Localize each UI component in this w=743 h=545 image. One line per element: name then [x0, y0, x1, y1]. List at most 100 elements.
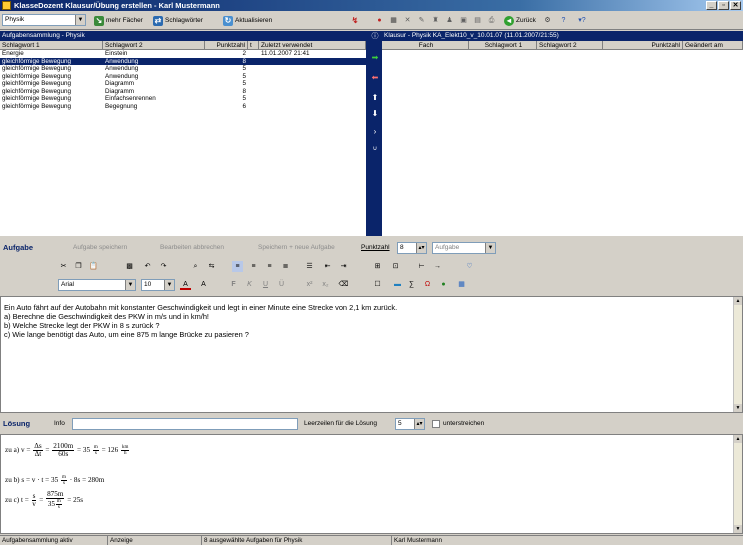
tools-icon[interactable]: ⚙ — [542, 15, 553, 26]
globe-icon[interactable]: ● — [438, 279, 449, 290]
align-right-icon[interactable]: ≡ — [264, 261, 275, 272]
document-icon[interactable]: ▦ — [456, 279, 467, 290]
table-icon[interactable]: ⊞ — [372, 261, 383, 272]
delete-icon[interactable]: ✕ — [402, 15, 413, 26]
table-row[interactable]: gleichförmige Bewegung Anwendung 8 — [0, 57, 366, 65]
bold-button[interactable]: F — [228, 279, 239, 290]
close-button[interactable]: ✕ — [730, 1, 741, 10]
underline-button[interactable]: U — [260, 279, 271, 290]
blank-lines-input[interactable]: 5 ▴▾ — [395, 418, 425, 430]
column-keyword2[interactable]: Schlagwort 2 — [103, 41, 205, 49]
underline-checkbox[interactable] — [432, 420, 440, 428]
picture-icon[interactable]: ▬ — [392, 279, 403, 290]
highlight-icon[interactable]: A — [198, 279, 209, 290]
people-icon[interactable]: ♟ — [444, 15, 455, 26]
points-input[interactable]: 8 ▴▾ — [397, 242, 427, 254]
font-select[interactable]: Arial ▼ — [58, 279, 136, 291]
grid-icon[interactable]: ▦ — [388, 15, 399, 26]
paste-icon[interactable]: 📋 — [88, 261, 99, 272]
table-row[interactable]: gleichförmige Bewegung Einfachsenrennen 5 — [0, 95, 366, 103]
info-input[interactable] — [72, 418, 298, 430]
back-button[interactable]: ◂ Zurück — [504, 15, 536, 27]
task-scrollbar[interactable]: ▲ ▼ — [733, 297, 742, 412]
strike-button[interactable]: Ü — [276, 279, 287, 290]
table-row[interactable]: gleichförmige Bewegung Begegnung 6 — [0, 103, 366, 111]
table-row[interactable]: gleichförmige Bewegung Diagramm 8 — [0, 88, 366, 96]
cut-icon[interactable]: ✂ — [58, 261, 69, 272]
solution-scrollbar[interactable]: ▲ ▼ — [733, 435, 742, 533]
cancel-edit-button[interactable]: Bearbeiten abbrechen — [160, 244, 224, 251]
table-row[interactable]: gleichförmige Bewegung Diagramm 5 — [0, 80, 366, 88]
scroll-up-icon[interactable]: ▲ — [734, 435, 742, 443]
redo-icon[interactable]: ↷ — [158, 261, 169, 272]
subject-select[interactable]: Physik ▼ — [2, 14, 86, 26]
column-keyword2[interactable]: Schlagwort 2 — [537, 41, 603, 49]
column-t[interactable]: t — [248, 41, 259, 49]
omega-icon[interactable]: Ω — [422, 279, 433, 290]
column-changed-on[interactable]: Geändert am — [683, 41, 743, 49]
task-type-select[interactable]: Aufgabe ▼ — [432, 242, 496, 254]
column-keyword1[interactable]: Schlagwort 1 — [0, 41, 103, 49]
font-size-value: 10 — [144, 281, 152, 288]
scroll-down-icon[interactable]: ▼ — [734, 525, 742, 533]
stamp-icon[interactable]: ♜ — [430, 15, 441, 26]
scroll-down-icon[interactable]: ▼ — [734, 404, 742, 412]
edit-icon[interactable]: ✎ — [416, 15, 427, 26]
image-icon[interactable]: ▣ — [458, 15, 469, 26]
find-icon[interactable]: ⌕ — [190, 261, 201, 272]
shape-icon[interactable]: ♡ — [464, 261, 475, 272]
table-row[interactable]: gleichförmige Bewegung Anwendung 5 — [0, 65, 366, 73]
table-cell: Anwendung — [105, 72, 139, 80]
table-cell — [259, 103, 366, 111]
column-points[interactable]: Punktzahl — [205, 41, 248, 49]
outdent-icon[interactable]: ⇤ — [322, 261, 333, 272]
column-last-used[interactable]: Zuletzt verwendet — [259, 41, 366, 49]
frame-icon[interactable]: ☐ — [372, 279, 383, 290]
column-keyword1[interactable]: Schlagwort 1 — [469, 41, 537, 49]
save-task-button[interactable]: Aufgabe speichern — [73, 244, 127, 251]
keywords-button[interactable]: ⇄ Schlagwörter — [153, 15, 203, 27]
more-subjects-button[interactable]: ↘ mehr Fächer — [94, 15, 143, 27]
font-color-icon[interactable]: A — [180, 279, 191, 290]
line-icon[interactable]: ⊢ — [416, 261, 427, 272]
save-new-button[interactable]: Speichern + neue Aufgabe — [258, 244, 335, 251]
table-cell: gleichförmige Bewegung — [2, 87, 71, 95]
copy-icon[interactable]: ❐ — [73, 261, 84, 272]
border-icon[interactable]: ⊡ — [390, 261, 401, 272]
whats-this-icon[interactable]: ▾? — [574, 15, 590, 26]
column-subject[interactable]: Fach — [382, 41, 469, 49]
scroll-up-icon[interactable]: ▲ — [734, 297, 742, 305]
undo-icon[interactable]: ↶ — [142, 261, 153, 272]
table-cell: 2 — [242, 50, 246, 57]
maximize-button[interactable]: ▫ — [718, 1, 729, 10]
superscript-icon[interactable]: x² — [304, 279, 315, 290]
font-size-select[interactable]: 10 ▼ — [141, 279, 175, 291]
italic-button[interactable]: K — [244, 279, 255, 290]
arrow-icon[interactable]: → — [432, 261, 443, 272]
replace-icon[interactable]: ⇆ — [206, 261, 217, 272]
table-cell — [259, 80, 366, 88]
table-cell: Begegnung — [105, 102, 138, 110]
print-icon[interactable]: ⎙ — [486, 15, 497, 26]
minimize-button[interactable]: _ — [706, 1, 717, 10]
refresh-button[interactable]: ↻ Aktualisieren — [223, 15, 272, 27]
task-text-editor[interactable]: Ein Auto fährt auf der Autobahn mit kons… — [0, 296, 743, 413]
sheet-icon[interactable]: ▤ — [472, 15, 483, 26]
column-points[interactable]: Punktzahl — [603, 41, 683, 49]
bullets-icon[interactable]: ☰ — [304, 261, 315, 272]
align-center-icon[interactable]: ≡ — [248, 261, 259, 272]
eraser-icon[interactable]: ⌫ — [338, 279, 349, 290]
format-painter-icon[interactable]: ▩ — [124, 261, 135, 272]
formula-icon[interactable]: ∑ — [406, 279, 417, 290]
justify-icon[interactable]: ≣ — [280, 261, 291, 272]
align-left-icon[interactable]: ≡ — [232, 261, 243, 272]
help-book-icon[interactable]: ? — [558, 15, 569, 26]
solution-editor[interactable]: zu a) v = Δs Δt = 2100m 60s = 35 ms = 126 … — [0, 434, 743, 534]
record-icon[interactable]: ● — [374, 15, 385, 26]
indent-icon[interactable]: ⇥ — [338, 261, 349, 272]
spinner-icon: ▴▾ — [414, 419, 424, 429]
subscript-icon[interactable]: x₂ — [320, 279, 331, 290]
table-row[interactable]: gleichförmige Bewegung Anwendung 5 — [0, 73, 366, 81]
transfer-button[interactable]: ↯ — [350, 15, 360, 27]
table-row[interactable]: Energie Einstein 2 11.01.2007 21:41 — [0, 50, 366, 58]
